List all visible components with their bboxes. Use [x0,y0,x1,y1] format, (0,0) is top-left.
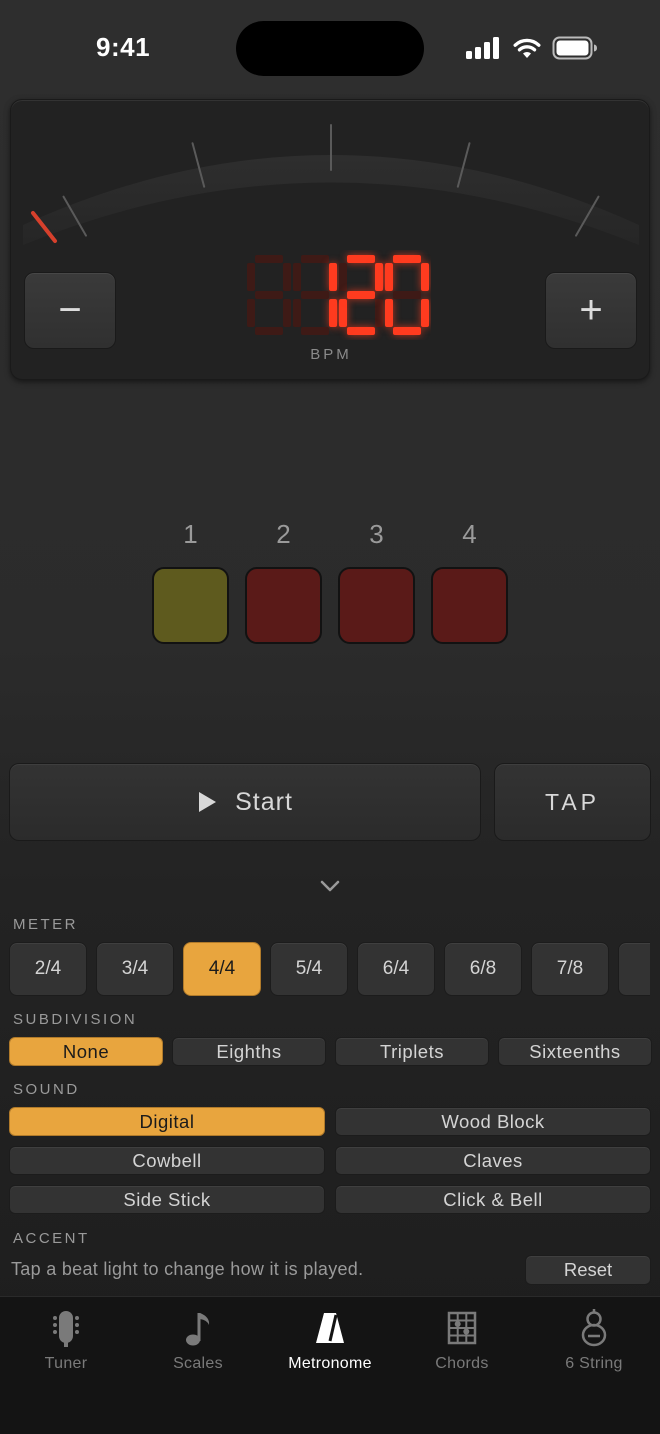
beat-number: 4 [462,519,477,549]
subdivision-option[interactable]: Sixteenths [498,1037,652,1066]
subdivision-option[interactable]: Triplets [335,1037,489,1066]
tab-metronome[interactable]: Metronome [264,1309,396,1373]
led-segment [347,255,375,263]
tab-chords[interactable]: Chords [396,1309,528,1373]
led-segment [301,291,329,299]
meter-option[interactable]: 7/8 [531,942,609,996]
chevron-down-icon[interactable] [318,878,342,894]
sound-option[interactable]: Side Stick [9,1185,325,1214]
led-segment [339,263,347,291]
led-segment [255,291,283,299]
tab-tuner[interactable]: Tuner [0,1309,132,1373]
subdivision-option[interactable]: None [9,1037,163,1066]
dynamic-island [236,21,424,76]
led-segment [375,263,383,291]
beat-light-3[interactable] [338,567,415,644]
tuner-icon [46,1309,86,1349]
beat-light-4[interactable] [431,567,508,644]
beat-light-1[interactable] [152,567,229,644]
sound-option[interactable]: Digital [9,1107,325,1136]
start-label: Start [235,787,293,816]
meter-option[interactable]: 9 [618,942,650,996]
led-segment [293,299,301,327]
tap-tempo-button[interactable]: TAP [494,763,651,841]
led-segment [283,299,291,327]
led-segment [283,263,291,291]
subdivision-section-label: SUBDIVISION [13,1011,138,1028]
led-segment [247,299,255,327]
led-segment [421,263,429,291]
status-icons [466,36,598,60]
led-segment [393,327,421,335]
meter-section-label: METER [13,916,78,933]
led-segment [329,263,337,291]
reset-accents-button[interactable]: Reset [525,1255,651,1285]
beat-number: 2 [276,519,291,549]
beat-3: 3 [338,518,415,644]
tab-label: Metronome [288,1355,372,1372]
music-note-icon [178,1309,218,1349]
led-segment [255,327,283,335]
sound-selector: Digital Wood Block Cowbell Claves Side S… [9,1107,651,1214]
tab-label: Scales [173,1355,223,1372]
beat-2: 2 [245,518,322,644]
play-icon [199,792,217,812]
decrease-tempo-button[interactable]: − [24,272,116,349]
led-segment [385,299,393,327]
led-segment [347,327,375,335]
accent-hint-text: Tap a beat light to change how it is pla… [11,1259,364,1279]
chord-grid-icon [442,1309,482,1349]
led-segment [255,255,283,263]
led-segment [393,255,421,263]
led-segment [329,299,337,327]
tab-scales[interactable]: Scales [132,1309,264,1373]
beat-number: 1 [183,519,198,549]
led-segment [393,291,421,299]
cellular-signal-icon [466,37,499,59]
status-time: 9:41 [96,32,151,62]
start-button[interactable]: Start [9,763,481,841]
meter-option[interactable]: 3/4 [96,942,174,996]
beat-1: 1 [152,518,229,644]
meter-selector: 2/4 3/4 4/4 5/4 6/4 6/8 7/8 9 [9,942,650,996]
led-segment [293,263,301,291]
tab-6-string[interactable]: 6 String [528,1309,660,1373]
sound-section-label: SOUND [13,1081,80,1098]
beat-4: 4 [431,518,508,644]
metronome-icon [310,1309,350,1349]
led-segment [339,299,347,327]
meter-option[interactable]: 2/4 [9,942,87,996]
tempo-display-panel: − BPM + [10,99,650,380]
guitar-icon [574,1309,614,1349]
tab-bar: Tuner Scales Metronome Chords 6 String [0,1296,660,1434]
tab-label: 6 String [565,1355,623,1372]
led-segment [301,327,329,335]
accent-section-label: ACCENT [13,1230,90,1247]
meter-option[interactable]: 4/4 [183,942,261,996]
subdivision-option[interactable]: Eighths [172,1037,326,1066]
sound-option[interactable]: Claves [335,1146,651,1175]
wifi-icon [513,38,541,58]
led-segment [247,263,255,291]
subdivision-selector: None Eighths Triplets Sixteenths [9,1037,652,1066]
battery-icon [552,36,597,60]
increase-tempo-button[interactable]: + [545,272,637,349]
tab-label: Tuner [44,1355,88,1372]
meter-option[interactable]: 6/8 [444,942,522,996]
beat-lights: 1 2 3 4 [152,518,508,644]
bpm-seven-segment-display [247,255,429,335]
meter-option[interactable]: 6/4 [357,942,435,996]
led-segment [385,263,393,291]
meter-option[interactable]: 5/4 [270,942,348,996]
sound-option[interactable]: Cowbell [9,1146,325,1175]
led-segment [301,255,329,263]
sound-option[interactable]: Wood Block [335,1107,651,1136]
beat-number: 3 [369,519,384,549]
led-segment [421,299,429,327]
led-segment [347,291,375,299]
tab-label: Chords [435,1355,489,1372]
sound-option[interactable]: Click & Bell [335,1185,651,1214]
led-segment [375,299,383,327]
beat-light-2[interactable] [245,567,322,644]
